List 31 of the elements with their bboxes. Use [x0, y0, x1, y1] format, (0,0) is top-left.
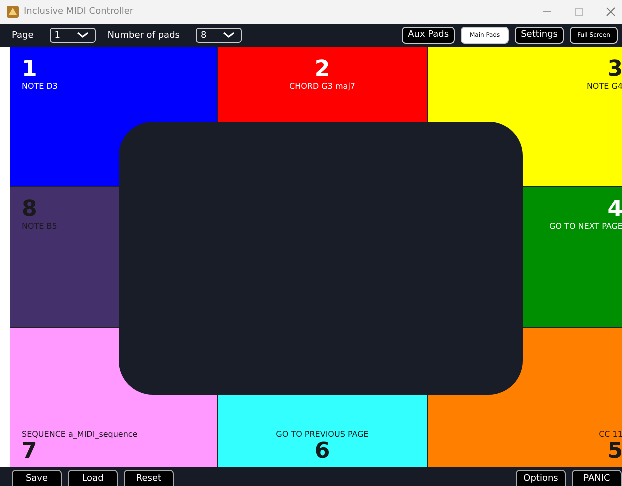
- pad-number: 5: [608, 440, 622, 463]
- pad-label: NOTE B5: [22, 221, 58, 234]
- pads-count-label: Number of pads: [108, 30, 180, 40]
- pad-label: CHORD G3 maj7: [290, 81, 356, 93]
- footer-button[interactable]: PANIC: [572, 470, 622, 486]
- pad-number: 4: [608, 199, 622, 222]
- pad-number: 7: [22, 440, 38, 463]
- footer-button[interactable]: Reset: [124, 470, 174, 486]
- pad-number: 8: [22, 199, 38, 222]
- page-dropdown[interactable]: 1: [50, 28, 96, 43]
- pad-label: NOTE D3: [22, 81, 60, 93]
- chevron-icon: [76, 32, 89, 39]
- page-label: Page: [12, 30, 34, 40]
- app-logo-icon: [6, 5, 20, 19]
- toolbar-button[interactable]: Aux Pads: [402, 27, 456, 44]
- pad-number: 3: [608, 59, 622, 81]
- pad-label: GO TO PREVIOUS PAGE: [276, 428, 369, 441]
- pad-number: 2: [314, 59, 330, 81]
- footer-button[interactable]: Options: [516, 470, 566, 486]
- close-icon[interactable]: [606, 7, 616, 17]
- pad-number: 1: [22, 59, 38, 81]
- pad-number: 6: [314, 440, 330, 463]
- pad-label: SEQUENCE a_MIDI_sequence: [22, 428, 139, 441]
- footer-button[interactable]: Save: [12, 470, 62, 486]
- window-title: Inclusive MIDI Controller: [24, 7, 134, 17]
- footer-button[interactable]: Load: [68, 470, 118, 486]
- toolbar-button[interactable]: Settings: [515, 27, 564, 44]
- pad-label: CC 11: [599, 428, 622, 441]
- chevron-icon: [222, 32, 235, 39]
- pads-count-dropdown[interactable]: 8: [196, 28, 242, 43]
- maximize-icon[interactable]: [574, 7, 584, 17]
